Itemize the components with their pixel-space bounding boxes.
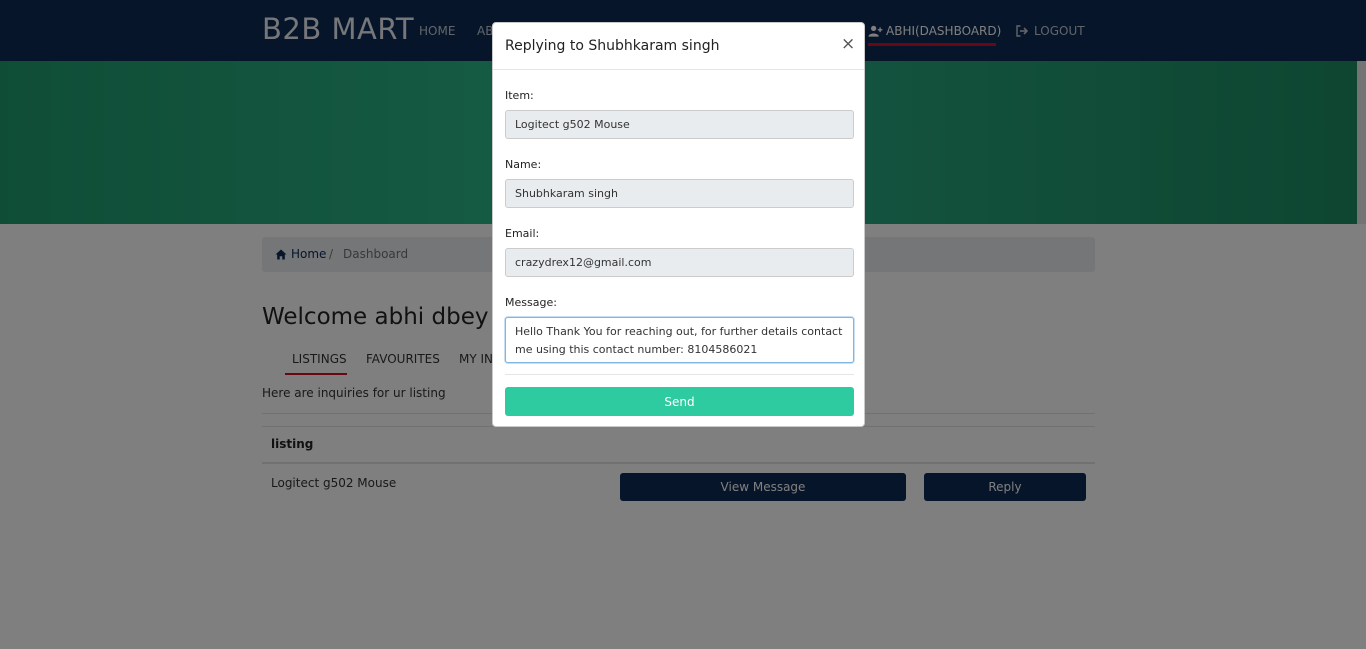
email-label: Email: — [505, 227, 540, 240]
email-field[interactable]: crazydrex12@gmail.com — [505, 248, 854, 277]
modal-title: Replying to Shubhkaram singh — [505, 38, 720, 54]
reply-modal: Replying to Shubhkaram singh × Item: Log… — [492, 22, 865, 427]
message-label: Message: — [505, 296, 557, 309]
name-field[interactable]: Shubhkaram singh — [505, 179, 854, 208]
send-button[interactable]: Send — [505, 387, 854, 416]
item-label: Item: — [505, 89, 534, 102]
message-textarea[interactable]: Hello Thank You for reaching out, for fu… — [505, 317, 854, 363]
name-label: Name: — [505, 158, 542, 171]
modal-divider — [505, 374, 854, 375]
item-field[interactable]: Logitect g502 Mouse — [505, 110, 854, 139]
close-icon[interactable]: × — [841, 36, 855, 53]
modal-header: Replying to Shubhkaram singh × — [493, 23, 864, 70]
